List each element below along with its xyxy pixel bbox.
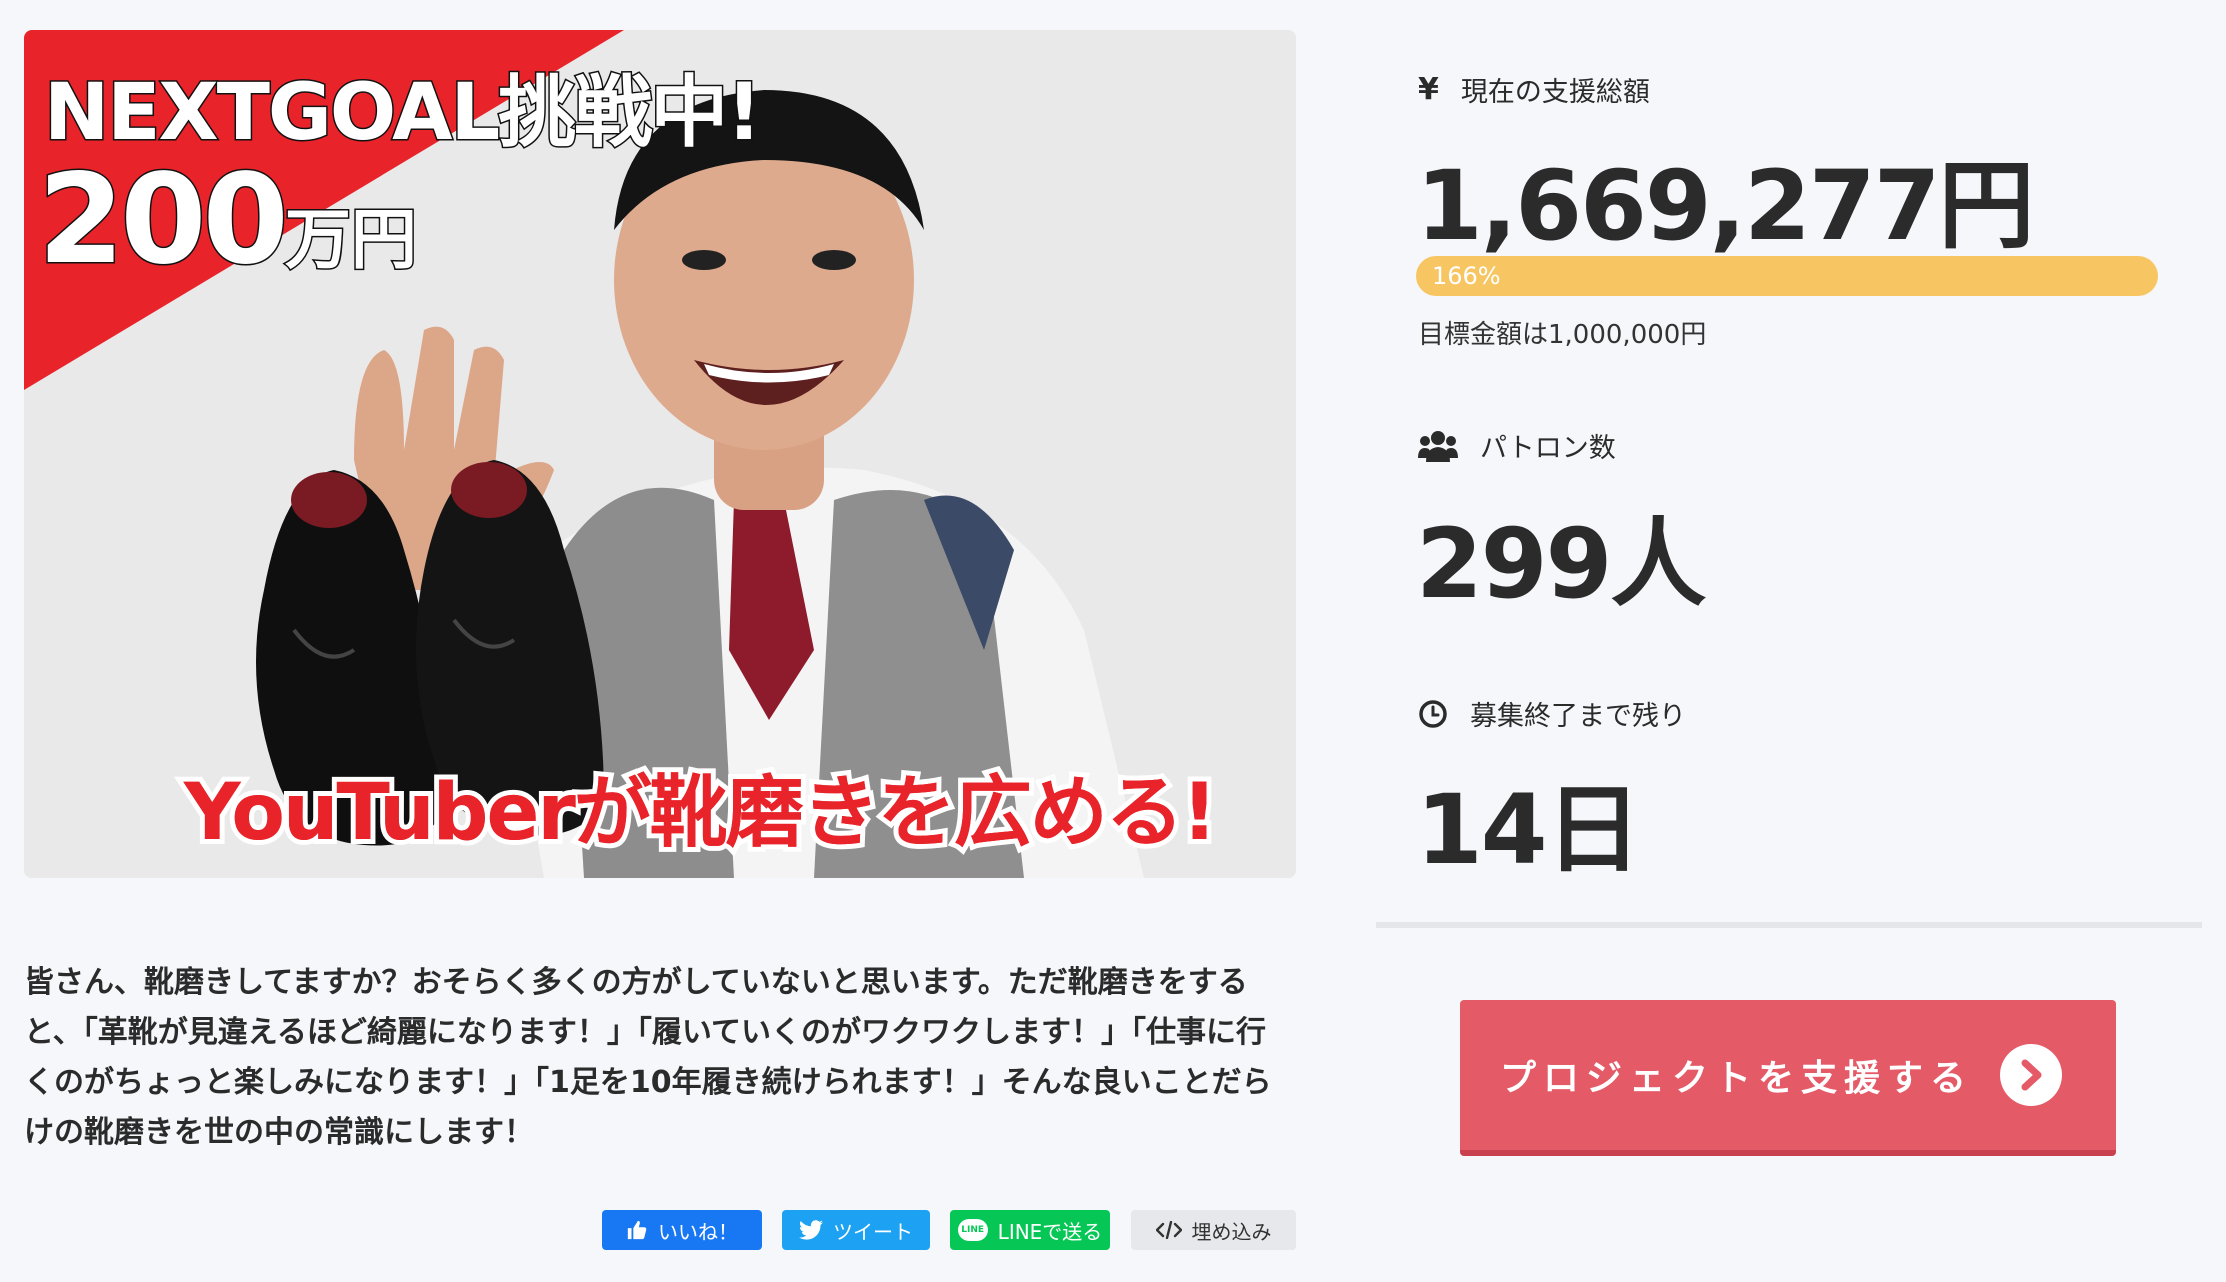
users-icon bbox=[1418, 430, 1458, 462]
twitter-bird-icon bbox=[799, 1220, 823, 1240]
funding-stats-card: ¥ 現在の支援総額 1,669,277円 166% 目標金額は1,000,000… bbox=[1376, 30, 2202, 928]
patron-count-value: 299人 bbox=[1416, 508, 1706, 620]
chevron-right-icon bbox=[2000, 1044, 2062, 1106]
embed-label: 埋め込み bbox=[1191, 1219, 1272, 1244]
hero-goal-amount: 200万円 bbox=[37, 147, 419, 294]
total-funding-label-text: 現在の支援総額 bbox=[1460, 77, 1650, 108]
code-icon bbox=[1155, 1221, 1182, 1239]
support-project-label: プロジェクトを支援する bbox=[1500, 1058, 1974, 1099]
line-label: LINEで送る bbox=[997, 1219, 1103, 1244]
total-funding-label: ¥ 現在の支援総額 bbox=[1418, 70, 1650, 109]
yen-icon: ¥ bbox=[1418, 72, 1439, 107]
line-icon: LINE bbox=[957, 1219, 988, 1241]
project-description: 皆さん、靴磨きしてますか？おそらく多くの方がしていないと思います。ただ靴磨きをす… bbox=[24, 965, 1272, 1150]
embed-button[interactable]: 埋め込み bbox=[1131, 1210, 1296, 1250]
thumbs-up-icon bbox=[627, 1220, 647, 1240]
hero-caption-text: YouTuberが靴磨きを広める! bbox=[184, 768, 1217, 858]
time-remaining-label-text: 募集終了まで残り bbox=[1470, 701, 1686, 732]
clock-icon bbox=[1419, 699, 1447, 728]
like-label: いいね！ bbox=[658, 1219, 738, 1244]
funding-progress-bar: 166% bbox=[1416, 256, 2158, 296]
patron-count-label: パトロン数 bbox=[1418, 426, 1616, 465]
project-page: NEXTGOAL挑戦中! 200万円 YouTuberが靴磨きを広める! You… bbox=[0, 0, 2226, 1282]
hero-caption: YouTuberが靴磨きを広める! YouTuberが靴磨きを広める! bbox=[179, 750, 1222, 863]
line-share-button[interactable]: LINE LINEで送る bbox=[950, 1210, 1110, 1250]
hero-amount-unit: 万円 bbox=[283, 200, 418, 280]
support-project-button[interactable]: プロジェクトを支援する bbox=[1460, 1000, 2116, 1156]
hero-headline: NEXTGOAL挑戦中! bbox=[43, 67, 764, 160]
progress-fill bbox=[1416, 256, 2158, 296]
goal-amount-text: 目標金額は1,000,000円 bbox=[1418, 320, 1707, 350]
patron-count-label-text: パトロン数 bbox=[1480, 433, 1616, 464]
hero-amount-number: 200 bbox=[37, 147, 291, 294]
total-funding-value: 1,669,277円 bbox=[1416, 150, 2035, 262]
time-remaining-label: 募集終了まで残り bbox=[1418, 694, 1686, 733]
time-remaining-value: 14日 bbox=[1416, 774, 1642, 886]
progress-percent: 166% bbox=[1432, 262, 1501, 290]
project-hero-image[interactable]: NEXTGOAL挑戦中! 200万円 YouTuberが靴磨きを広める! You… bbox=[24, 30, 1296, 878]
tweet-button[interactable]: ツイート bbox=[782, 1210, 930, 1250]
tweet-label: ツイート bbox=[833, 1219, 913, 1244]
facebook-like-button[interactable]: いいね！ bbox=[602, 1210, 762, 1250]
